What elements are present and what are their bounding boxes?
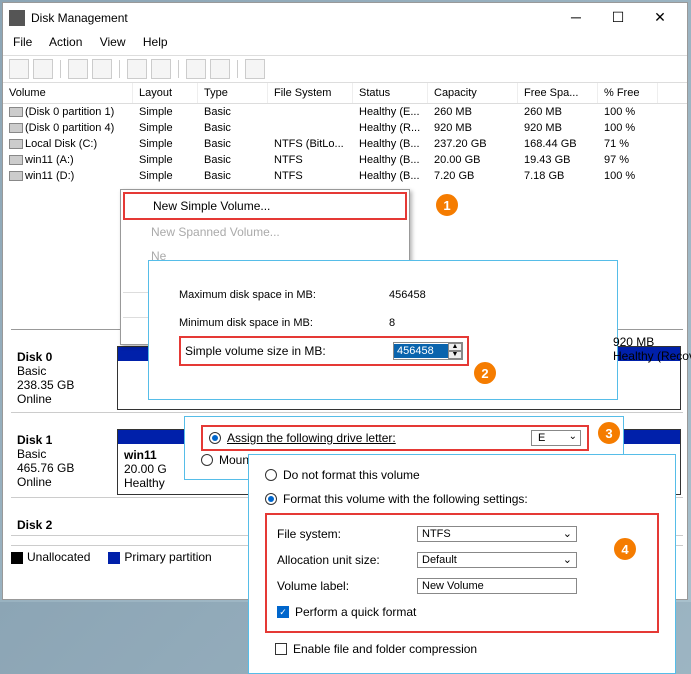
compression-label: Enable file and folder compression bbox=[293, 642, 477, 656]
max-disk-value: 456458 bbox=[389, 289, 426, 301]
disk-size: 238.35 GB bbox=[17, 378, 109, 392]
volume-size-spinner[interactable]: ▲▼ bbox=[393, 342, 463, 360]
col-layout[interactable]: Layout bbox=[133, 83, 198, 103]
toolbar-icon[interactable] bbox=[68, 59, 88, 79]
filesystem-label: File system: bbox=[277, 527, 417, 541]
menu-new-simple-volume[interactable]: New Simple Volume... bbox=[123, 192, 407, 220]
toolbar-icon[interactable] bbox=[151, 59, 171, 79]
radio-no-format[interactable] bbox=[265, 469, 277, 481]
volume-size-label: Simple volume size in MB: bbox=[185, 344, 326, 358]
filesystem-select[interactable]: NTFS bbox=[417, 526, 577, 542]
volume-grid: Volume Layout Type File System Status Ca… bbox=[3, 83, 687, 184]
disk-type: Basic bbox=[17, 447, 109, 461]
step-badge-4: 4 bbox=[612, 536, 638, 562]
menu-help[interactable]: Help bbox=[143, 35, 168, 49]
disk-type: Basic bbox=[17, 364, 109, 378]
grid-header: Volume Layout Type File System Status Ca… bbox=[3, 83, 687, 104]
help-icon[interactable] bbox=[127, 59, 147, 79]
quick-format-label: Perform a quick format bbox=[295, 605, 416, 619]
col-capacity[interactable]: Capacity bbox=[428, 83, 518, 103]
min-disk-label: Minimum disk space in MB: bbox=[179, 317, 389, 329]
format-panel: Do not format this volume Format this vo… bbox=[248, 454, 676, 674]
min-disk-value: 8 bbox=[389, 317, 395, 329]
radio-mount[interactable] bbox=[201, 454, 213, 466]
maximize-button[interactable]: ☐ bbox=[597, 4, 639, 32]
drive-letter-select[interactable]: E bbox=[531, 430, 581, 446]
volume-size-input[interactable] bbox=[394, 344, 448, 358]
volume-size-panel: Maximum disk space in MB:456458 Minimum … bbox=[148, 260, 618, 400]
toolbar bbox=[3, 55, 687, 83]
menu-new-spanned-volume: New Spanned Volume... bbox=[123, 220, 407, 244]
window-title: Disk Management bbox=[31, 11, 555, 25]
menu-view[interactable]: View bbox=[100, 35, 126, 49]
col-type[interactable]: Type bbox=[198, 83, 268, 103]
minimize-button[interactable]: ─ bbox=[555, 4, 597, 32]
spinner-down[interactable]: ▼ bbox=[448, 351, 462, 359]
spinner-up[interactable]: ▲ bbox=[448, 343, 462, 351]
no-format-label: Do not format this volume bbox=[283, 468, 420, 482]
disk-size: 465.76 GB bbox=[17, 461, 109, 475]
partition-size: 920 MB bbox=[613, 335, 691, 349]
back-button[interactable] bbox=[9, 59, 29, 79]
radio-format-with[interactable] bbox=[265, 493, 277, 505]
volume-row[interactable]: (Disk 0 partition 4)SimpleBasicHealthy (… bbox=[3, 120, 687, 136]
forward-button[interactable] bbox=[33, 59, 53, 79]
col-volume[interactable]: Volume bbox=[3, 83, 133, 103]
volume-label-label: Volume label: bbox=[277, 579, 417, 593]
col-percentfree[interactable]: % Free bbox=[598, 83, 658, 103]
titlebar: Disk Management ─ ☐ ✕ bbox=[3, 3, 687, 33]
format-with-label: Format this volume with the following se… bbox=[283, 492, 528, 506]
volume-row[interactable]: Local Disk (C:)SimpleBasicNTFS (BitLo...… bbox=[3, 136, 687, 152]
toolbar-icon[interactable] bbox=[92, 59, 112, 79]
disk-status: Online bbox=[17, 392, 109, 406]
col-filesystem[interactable]: File System bbox=[268, 83, 353, 103]
volume-label-input[interactable]: New Volume bbox=[417, 578, 577, 594]
col-freespace[interactable]: Free Spa... bbox=[518, 83, 598, 103]
disk-name: Disk 2 bbox=[17, 518, 109, 532]
allocation-label: Allocation unit size: bbox=[277, 553, 417, 567]
checkbox-compression[interactable] bbox=[275, 643, 287, 655]
max-disk-label: Maximum disk space in MB: bbox=[179, 289, 389, 301]
step-badge-2: 2 bbox=[472, 360, 498, 386]
toolbar-icon[interactable] bbox=[186, 59, 206, 79]
allocation-select[interactable]: Default bbox=[417, 552, 577, 568]
disk-name: Disk 0 bbox=[17, 350, 109, 364]
toolbar-icon[interactable] bbox=[210, 59, 230, 79]
legend-primary: Primary partition bbox=[124, 550, 211, 564]
volume-row[interactable]: win11 (A:)SimpleBasicNTFSHealthy (B...20… bbox=[3, 152, 687, 168]
disk-status: Online bbox=[17, 475, 109, 489]
menu-bar: File Action View Help bbox=[3, 33, 687, 55]
menu-file[interactable]: File bbox=[13, 35, 32, 49]
close-button[interactable]: ✕ bbox=[639, 4, 681, 32]
partition-status: Healthy (Recovery Partit bbox=[613, 349, 691, 363]
volume-row[interactable]: (Disk 0 partition 1)SimpleBasicHealthy (… bbox=[3, 104, 687, 120]
assign-letter-label: Assign the following drive letter: bbox=[227, 431, 396, 445]
legend-unallocated: Unallocated bbox=[27, 550, 90, 564]
app-icon bbox=[9, 10, 25, 26]
radio-assign-letter[interactable] bbox=[209, 432, 221, 444]
checkbox-quick-format[interactable] bbox=[277, 606, 289, 618]
volume-row[interactable]: win11 (D:)SimpleBasicNTFSHealthy (B...7.… bbox=[3, 168, 687, 184]
disk-name: Disk 1 bbox=[17, 433, 109, 447]
col-status[interactable]: Status bbox=[353, 83, 428, 103]
step-badge-1: 1 bbox=[434, 192, 460, 218]
step-badge-3: 3 bbox=[596, 420, 622, 446]
menu-action[interactable]: Action bbox=[49, 35, 82, 49]
toolbar-icon[interactable] bbox=[245, 59, 265, 79]
